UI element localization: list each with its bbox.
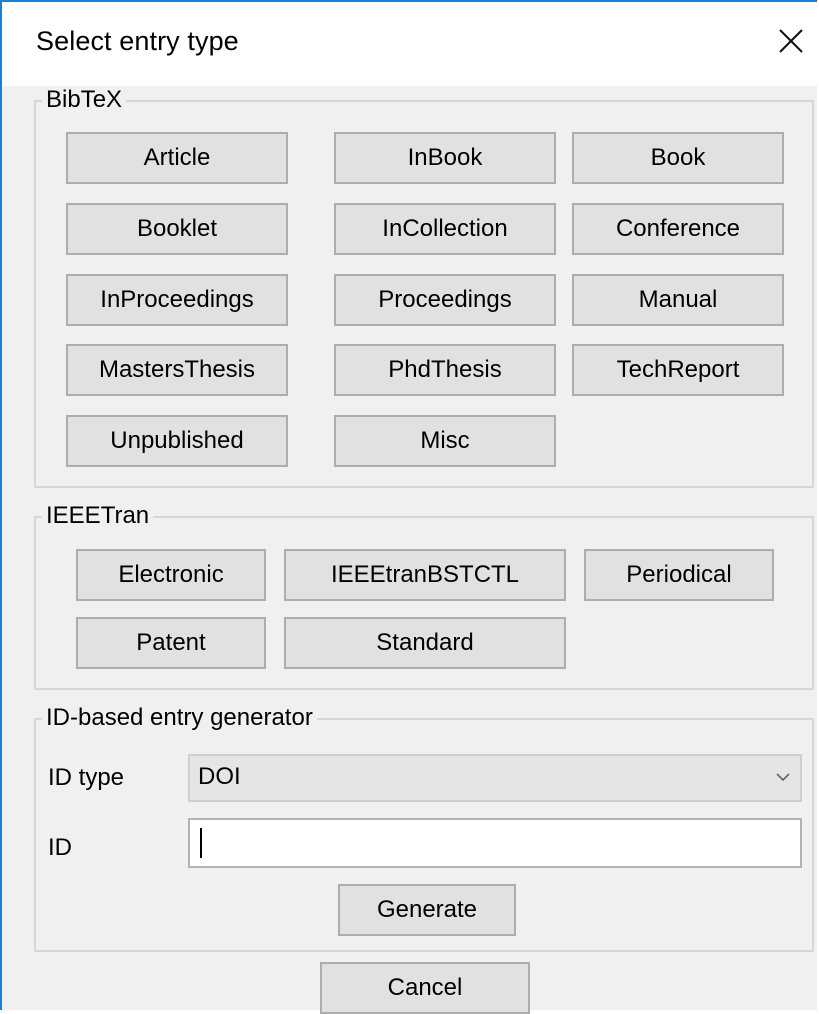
title-bar: Select entry type	[2, 2, 817, 86]
periodical-button[interactable]: Periodical	[584, 549, 774, 601]
text-caret	[200, 828, 202, 858]
bibtex-group: BibTeX Article InBook Book Booklet InCol…	[34, 86, 814, 488]
id-label: ID	[48, 834, 72, 861]
select-entry-type-dialog: Select entry type BibTeX Article InBook …	[0, 0, 817, 1014]
cancel-button[interactable]: Cancel	[320, 962, 530, 1014]
id-input[interactable]	[188, 818, 802, 868]
dialog-title: Select entry type	[36, 26, 239, 56]
ieeetran-legend: IEEETran	[42, 502, 154, 530]
inproceedings-button[interactable]: InProceedings	[66, 274, 288, 326]
id-type-value: DOI	[198, 763, 241, 790]
unpublished-button[interactable]: Unpublished	[66, 415, 288, 467]
misc-button[interactable]: Misc	[334, 415, 556, 467]
proceedings-button[interactable]: Proceedings	[334, 274, 556, 326]
book-button[interactable]: Book	[572, 132, 784, 184]
close-icon[interactable]	[776, 26, 806, 56]
conference-button[interactable]: Conference	[572, 203, 784, 255]
booklet-button[interactable]: Booklet	[66, 203, 288, 255]
id-type-select[interactable]: DOI	[188, 754, 802, 802]
id-type-label: ID type	[48, 764, 125, 791]
id-generator-legend: ID-based entry generator	[42, 704, 317, 732]
generate-button[interactable]: Generate	[338, 884, 516, 936]
article-button[interactable]: Article	[66, 132, 288, 184]
manual-button[interactable]: Manual	[572, 274, 784, 326]
standard-button[interactable]: Standard	[284, 617, 566, 669]
electronic-button[interactable]: Electronic	[76, 549, 266, 601]
ieeetran-group: IEEETran Electronic IEEEtranBSTCTL Perio…	[34, 502, 814, 690]
bibtex-legend: BibTeX	[42, 86, 127, 114]
mastersthesis-button[interactable]: MastersThesis	[66, 344, 288, 396]
patent-button[interactable]: Patent	[76, 617, 266, 669]
techreport-button[interactable]: TechReport	[572, 344, 784, 396]
inbook-button[interactable]: InBook	[334, 132, 556, 184]
phdthesis-button[interactable]: PhdThesis	[334, 344, 556, 396]
id-generator-group: ID-based entry generator ID type DOI ID …	[34, 704, 814, 952]
incollection-button[interactable]: InCollection	[334, 203, 556, 255]
chevron-down-icon	[772, 766, 794, 788]
ieeetranbstctl-button[interactable]: IEEEtranBSTCTL	[284, 549, 566, 601]
